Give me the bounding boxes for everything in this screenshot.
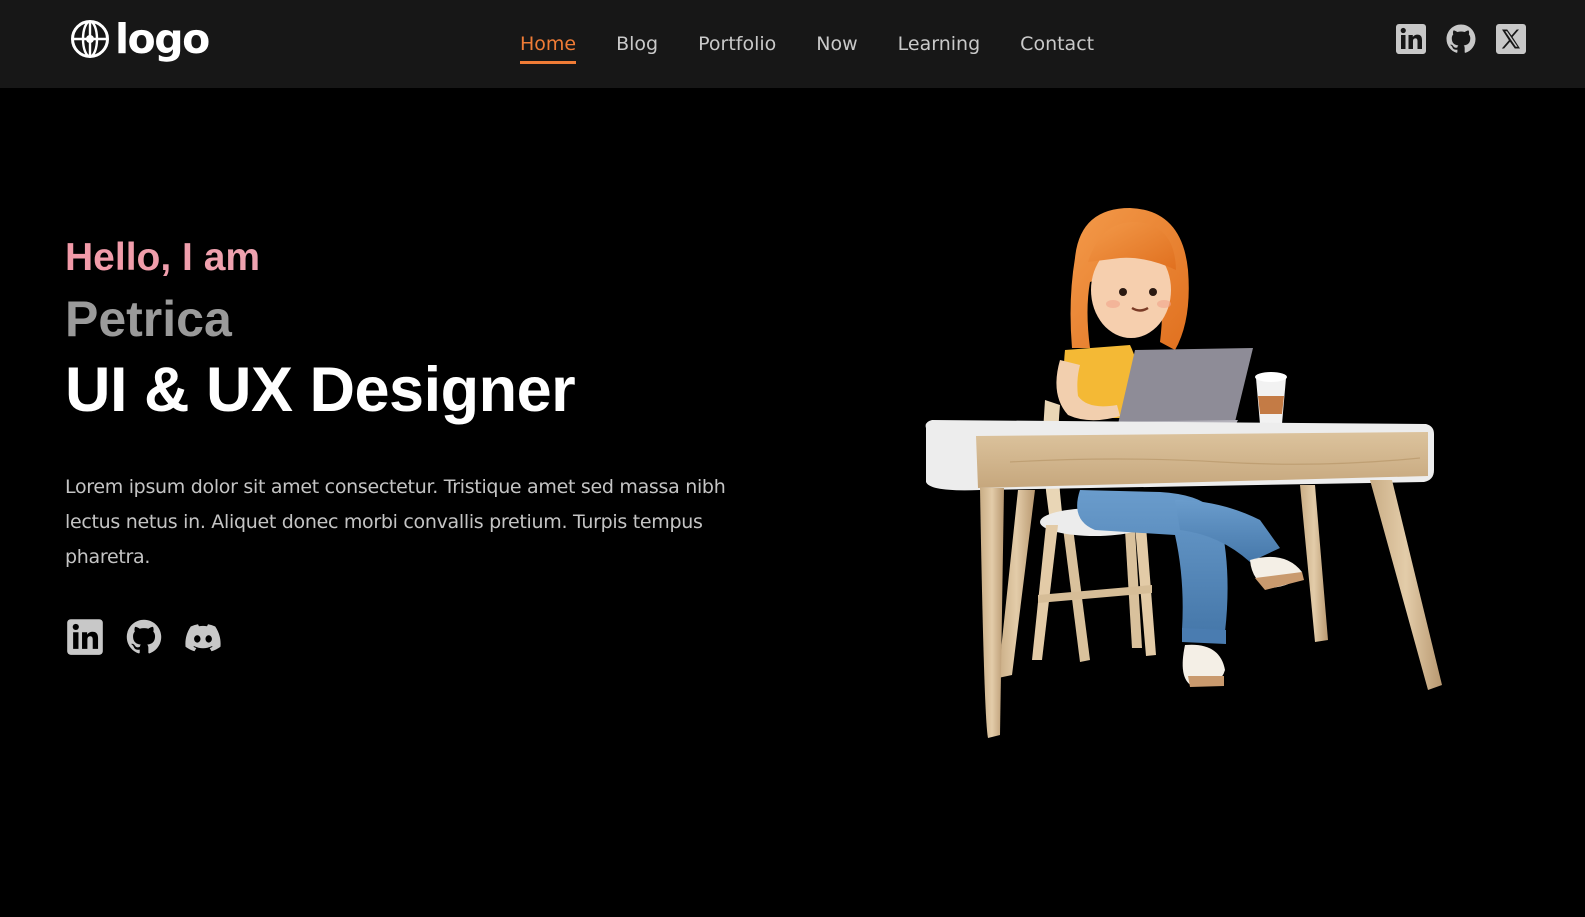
discord-icon <box>185 624 221 652</box>
header-social-links <box>1377 23 1527 55</box>
person-role: UI & UX Designer <box>65 355 576 425</box>
hero-illustration <box>925 208 1442 738</box>
nav-now[interactable]: Now <box>816 32 857 56</box>
nav-blog[interactable]: Blog <box>616 32 658 56</box>
globe-logo-icon <box>71 20 109 58</box>
header-linkedin-link[interactable] <box>1395 23 1427 55</box>
hero-social-links <box>65 617 765 657</box>
header-x-link[interactable] <box>1495 23 1527 55</box>
person-name: Petrica <box>65 291 232 347</box>
github-icon <box>1446 24 1476 53</box>
greeting-text: Hello, I am <box>65 232 765 284</box>
hero-github-link[interactable] <box>124 617 164 657</box>
hero-section: Hello, I am Petrica UI & UX Designer Lor… <box>65 232 765 657</box>
hero-discord-link[interactable] <box>183 617 223 657</box>
nav-learning[interactable]: Learning <box>898 32 981 56</box>
logo-text: logo <box>115 15 210 63</box>
main-nav: Home Blog Portfolio Now Learning Contact <box>520 0 1134 88</box>
logo[interactable]: logo <box>70 15 210 63</box>
nav-portfolio[interactable]: Portfolio <box>698 32 776 56</box>
nav-contact[interactable]: Contact <box>1020 32 1094 56</box>
site-header: logo Home Blog Portfolio Now Learning Co… <box>0 0 1585 88</box>
bio-text: Lorem ipsum dolor sit amet consectetur. … <box>65 476 726 568</box>
linkedin-icon <box>67 619 103 655</box>
nav-home[interactable]: Home <box>520 32 577 64</box>
github-icon <box>126 619 162 654</box>
hero-linkedin-link[interactable] <box>65 617 105 657</box>
x-icon <box>1496 24 1526 54</box>
header-github-link[interactable] <box>1445 23 1477 55</box>
linkedin-icon <box>1396 24 1426 54</box>
